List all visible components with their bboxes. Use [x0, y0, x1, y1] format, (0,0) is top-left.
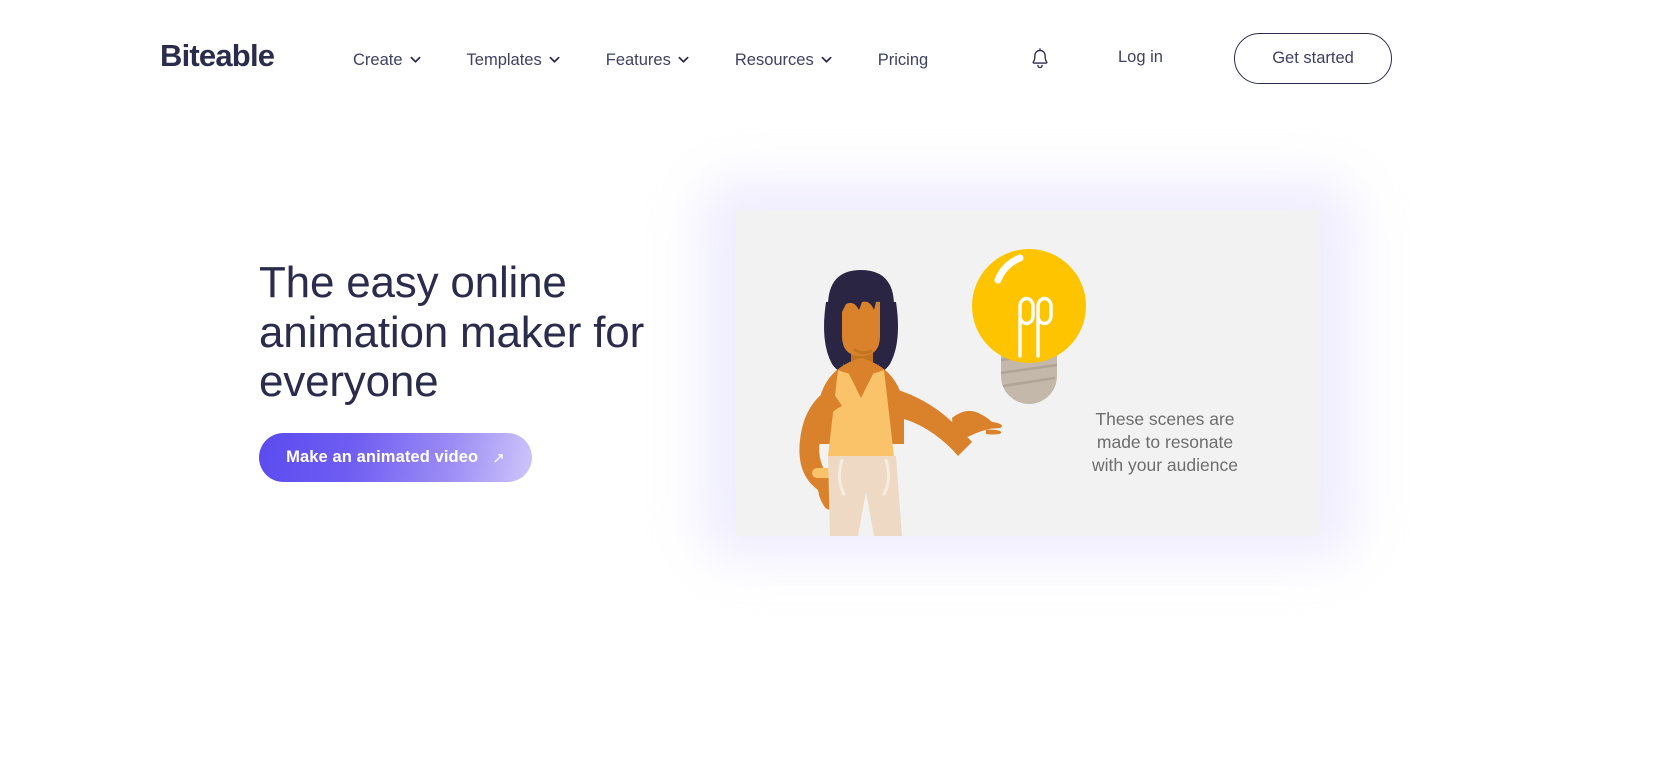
- caption-line-3: with your audience: [1092, 455, 1238, 476]
- chevron-down-icon: [821, 54, 832, 65]
- illustration-woman-holding-lightbulb: [756, 210, 1086, 536]
- nav-item-pricing[interactable]: Pricing: [855, 45, 951, 77]
- bell-icon[interactable]: [1028, 47, 1052, 71]
- nav-item-templates[interactable]: Templates: [444, 45, 583, 77]
- nav-label: Templates: [466, 51, 542, 69]
- page-title: The easy online animation maker for ever…: [259, 258, 645, 407]
- nav-item-features[interactable]: Features: [583, 45, 712, 77]
- primary-navigation: Create Templates Features Resources Pric…: [330, 45, 951, 77]
- nav-label: Features: [605, 51, 671, 69]
- chevron-down-icon: [549, 54, 560, 65]
- cta-label: Make an animated video: [286, 448, 479, 466]
- site-header: Biteable Create Templates Features Resou…: [0, 0, 1656, 118]
- get-started-button[interactable]: Get started: [1234, 33, 1392, 84]
- card-caption: These scenes are made to resonate with y…: [1065, 408, 1265, 477]
- caption-line-2: made to resonate: [1096, 432, 1234, 453]
- hand-right: [952, 410, 1002, 439]
- chevron-down-icon: [678, 54, 689, 65]
- render-artifact: [1090, 68, 1260, 84]
- nav-item-create[interactable]: Create: [330, 45, 444, 77]
- nav-item-resources[interactable]: Resources: [712, 45, 855, 77]
- chevron-down-icon: [410, 54, 421, 65]
- nav-label: Pricing: [877, 51, 929, 69]
- caption-line-1: These scenes are: [1095, 409, 1235, 429]
- video-preview-card[interactable]: These scenes are made to resonate with y…: [736, 210, 1320, 536]
- login-link[interactable]: Log in: [1118, 48, 1163, 67]
- hero-text-block: The easy online animation maker for ever…: [259, 258, 689, 407]
- page-root: Biteable Create Templates Features Resou…: [0, 0, 1656, 758]
- nav-label: Create: [353, 51, 403, 69]
- arrow-up-right-icon: ↗: [492, 449, 505, 467]
- biteable-logo[interactable]: Biteable: [160, 40, 275, 71]
- nav-label: Resources: [734, 51, 814, 69]
- bulb-glass: [972, 249, 1086, 363]
- make-animated-video-button[interactable]: Make an animated video ↗: [259, 433, 532, 482]
